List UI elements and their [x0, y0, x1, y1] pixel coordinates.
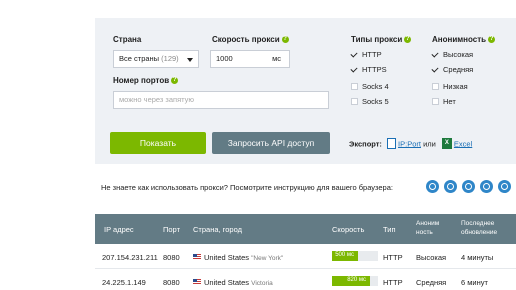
type-cell: HTTP: [383, 253, 403, 262]
export-excel-link[interactable]: Excel: [454, 139, 472, 148]
speed-input[interactable]: 1000 мс: [210, 50, 290, 68]
anonymity-label: Анонимность?: [432, 35, 496, 44]
checkbox-http[interactable]: HTTP: [351, 50, 382, 59]
checkbox-empty-icon: [351, 82, 358, 90]
safari-icon[interactable]: [480, 180, 493, 193]
ports-input[interactable]: можно через запятую: [113, 91, 329, 109]
document-icon: [387, 138, 397, 149]
checkbox-low[interactable]: Низкая: [432, 82, 468, 91]
updated-cell: 4 минуты: [461, 253, 494, 262]
ports-label: Номер портов?: [113, 76, 179, 85]
country-select[interactable]: Все страны (129): [113, 50, 199, 68]
export-ipport-link[interactable]: IP:Port: [398, 139, 421, 148]
us-flag-icon: [193, 254, 201, 261]
col-anonymity[interactable]: Аноним ность: [416, 219, 439, 237]
checkbox-checked-icon: [351, 51, 358, 58]
port-cell: 8080: [163, 278, 180, 287]
checkbox-checked-icon: [432, 66, 439, 73]
col-type[interactable]: Тип: [383, 225, 396, 234]
col-port[interactable]: Порт: [163, 225, 180, 234]
export-bar: Экспорт: IP:Port или X Excel: [349, 138, 472, 150]
checkbox-empty-icon: [432, 82, 439, 90]
checkbox-socks5[interactable]: Socks 5: [351, 97, 389, 106]
col-country[interactable]: Страна, город: [193, 225, 242, 234]
ip-cell: 24.225.1.149: [102, 278, 146, 287]
chevron-down-icon: [187, 58, 193, 62]
firefox-icon[interactable]: [462, 180, 475, 193]
updated-cell: 6 минут: [461, 278, 488, 287]
type-cell: HTTP: [383, 278, 403, 287]
us-flag-icon: [193, 279, 201, 286]
checkbox-high[interactable]: Высокая: [432, 50, 473, 59]
col-ip[interactable]: IP адрес: [104, 225, 134, 234]
speed-bar: 500 мс: [332, 251, 358, 261]
help-icon[interactable]: ?: [281, 36, 289, 44]
checkbox-checked-icon: [351, 66, 358, 73]
opera-icon[interactable]: [426, 180, 439, 193]
speed-bar: 820 мс: [332, 276, 370, 286]
speed-label: Скорость прокси?: [212, 35, 289, 44]
country-cell: United States Victoria: [193, 278, 273, 287]
checkbox-socks4[interactable]: Socks 4: [351, 82, 389, 91]
proxy-types-label: Типы прокси?: [351, 35, 412, 44]
table-row[interactable]: 207.154.231.211 8080 United States "New …: [95, 244, 516, 269]
export-or-text: или: [423, 139, 436, 149]
ip-cell: 207.154.231.211: [102, 253, 158, 262]
ie-icon[interactable]: [498, 180, 511, 193]
table-header: IP адрес Порт Страна, город Скорость Тип…: [95, 214, 516, 244]
filter-panel: Страна Все страны (129) Скорость прокси?…: [95, 18, 516, 164]
api-request-button[interactable]: Запросить API доступ: [212, 132, 330, 154]
chrome-icon[interactable]: [444, 180, 457, 193]
browser-instructions: Не знаете как использовать прокси? Посмо…: [101, 183, 393, 192]
anonymity-cell: Высокая: [416, 253, 447, 262]
help-icon[interactable]: ?: [404, 36, 412, 44]
checkbox-none[interactable]: Нет: [432, 97, 456, 106]
excel-icon: X: [441, 138, 452, 149]
checkbox-checked-icon: [432, 51, 439, 58]
checkbox-https[interactable]: HTTPS: [351, 65, 387, 74]
col-speed[interactable]: Скорость: [332, 225, 364, 234]
table-row[interactable]: 24.225.1.149 8080 United States Victoria…: [95, 269, 516, 290]
country-label: Страна: [113, 35, 142, 44]
show-button[interactable]: Показать: [110, 132, 206, 154]
checkbox-medium[interactable]: Средняя: [432, 65, 473, 74]
checkbox-empty-icon: [351, 97, 358, 105]
col-updated[interactable]: Последнее обновление: [461, 219, 497, 237]
help-icon[interactable]: ?: [171, 77, 179, 85]
port-cell: 8080: [163, 253, 180, 262]
checkbox-empty-icon: [432, 97, 439, 105]
export-label: Экспорт:: [349, 139, 382, 149]
help-icon[interactable]: ?: [488, 36, 496, 44]
anonymity-cell: Средняя: [416, 278, 447, 287]
country-cell: United States "New York": [193, 253, 283, 262]
